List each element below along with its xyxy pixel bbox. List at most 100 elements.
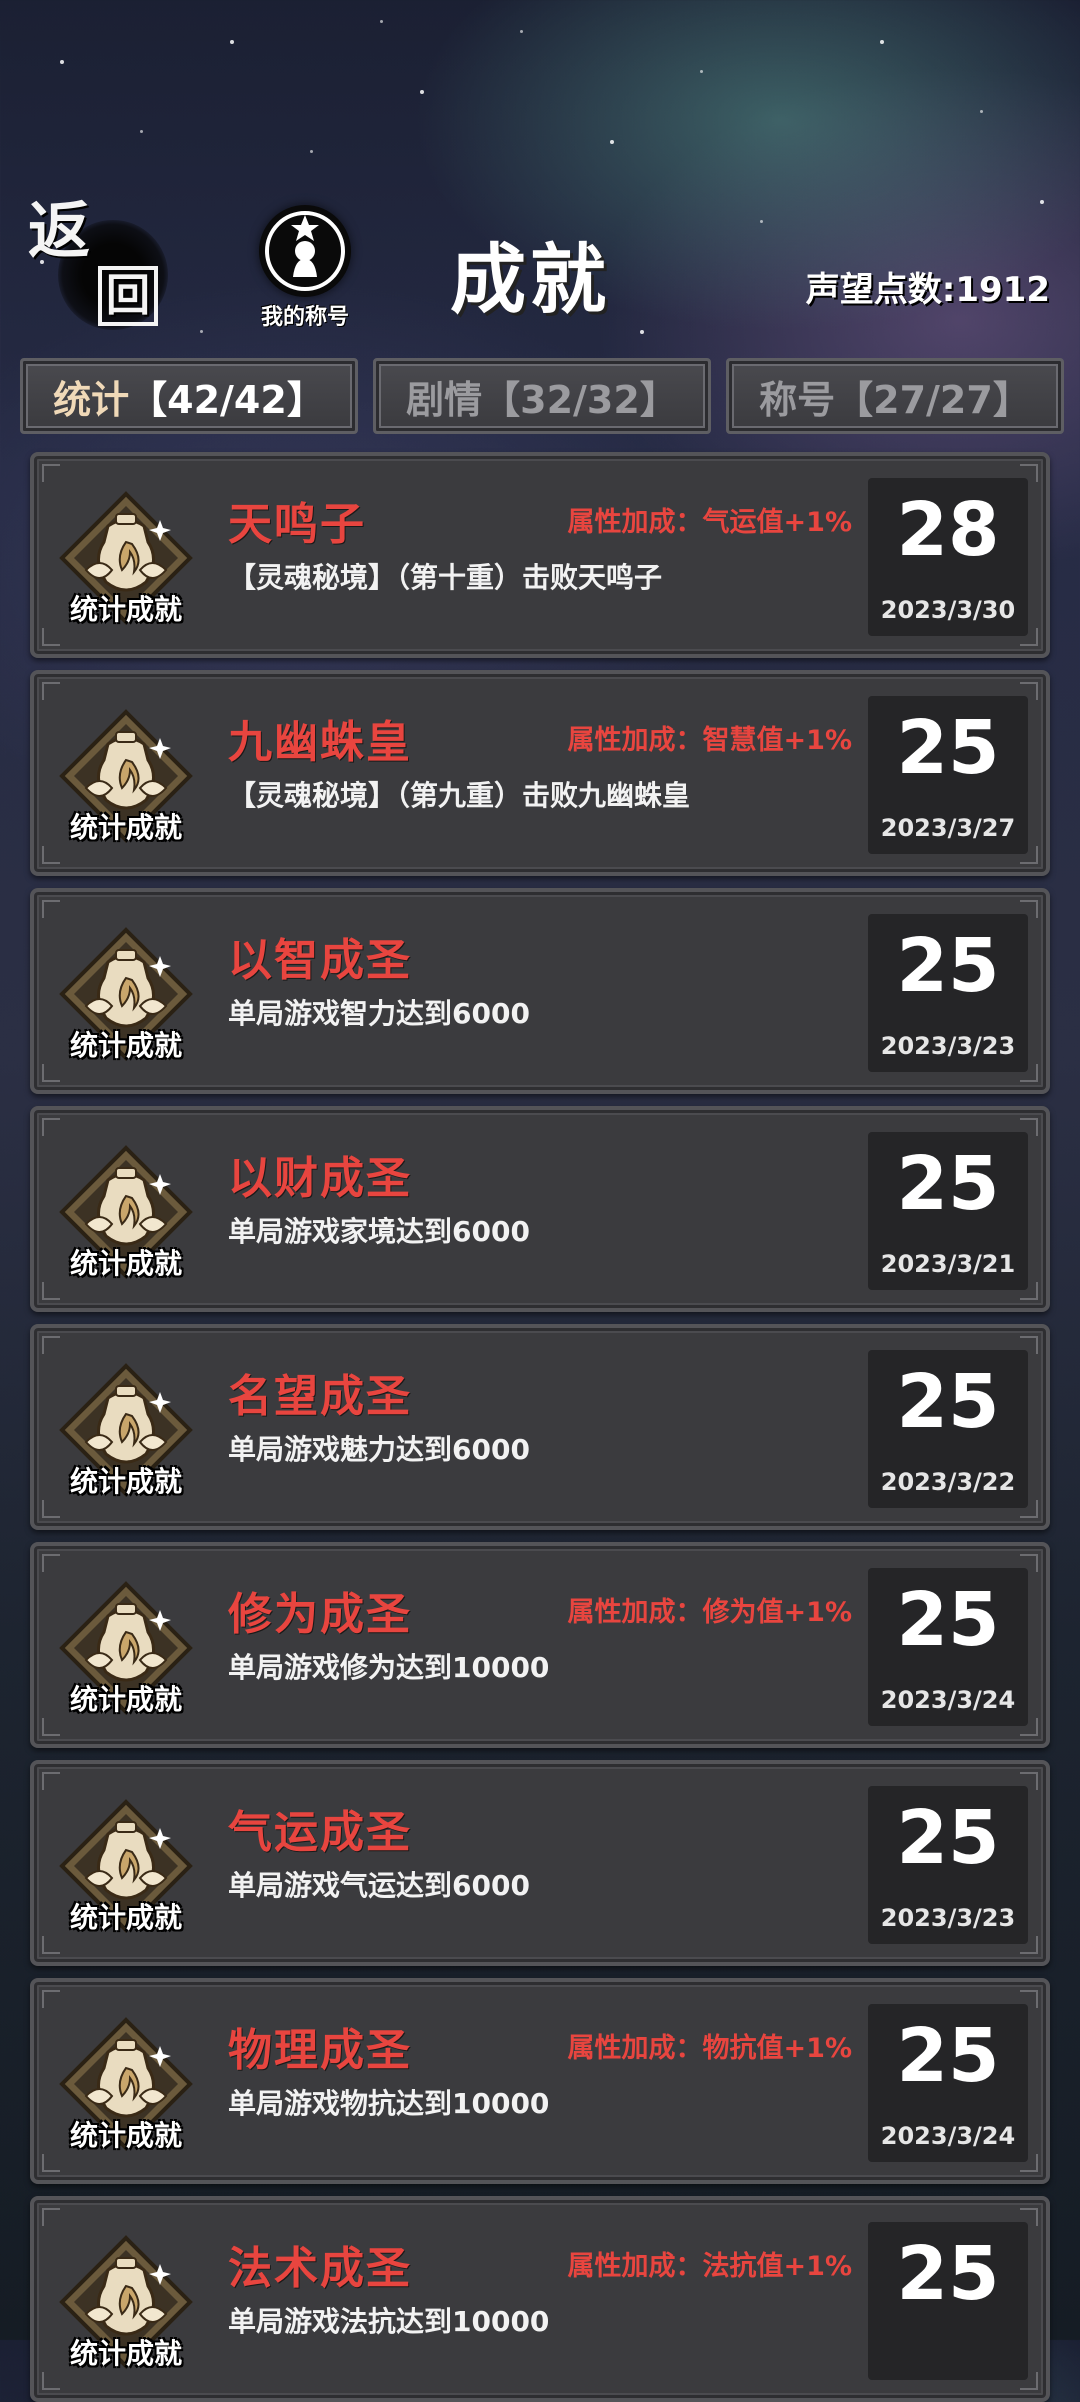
card-corner-ornament	[42, 2208, 60, 2226]
points-box: 25 2023/3/23	[868, 914, 1028, 1072]
card-corner-ornament	[42, 1118, 60, 1136]
achievement-description: 【灵魂秘境】（第十重）击败天鸣子	[228, 561, 663, 594]
achievement-date: 2023/3/21	[880, 1250, 1016, 1278]
achievement-name: 九幽蛛皇	[228, 717, 412, 768]
achievement-name: 名望成圣	[228, 1371, 412, 1422]
achievement-card[interactable]: 统计成就 气运成圣 单局游戏气运达到6000 25 2023/3/23	[30, 1760, 1050, 1966]
achievement-points: 25	[896, 1577, 1000, 1663]
achievement-card[interactable]: 统计成就 以财成圣 单局游戏家境达到6000 25 2023/3/21	[30, 1106, 1050, 1312]
points-box: 25 2023/3/27	[868, 696, 1028, 854]
tab-titles-count: 【27/27】	[835, 377, 1031, 422]
achievement-badge-label: 统计成就	[69, 1465, 182, 1498]
my-title-label: 我的称号	[260, 305, 349, 330]
achievement-emblem-icon: 统计成就	[56, 704, 196, 854]
page-title: 成就	[450, 235, 610, 324]
achievement-name: 以财成圣	[228, 1153, 412, 1204]
achievement-emblem-icon: 统计成就	[56, 922, 196, 1072]
achievement-badge-label: 统计成就	[69, 1901, 182, 1934]
achievement-card[interactable]: 统计成就 物理成圣 属性加成：物抗值+1% 单局游戏物抗达到10000 25 2…	[30, 1978, 1050, 2184]
tab-statistics[interactable]: 统计 【42/42】	[20, 358, 358, 434]
achievement-points: 25	[896, 1795, 1000, 1881]
achievement-description: 单局游戏法抗达到10000	[228, 2305, 550, 2338]
card-corner-ornament	[42, 1336, 60, 1354]
achievement-emblem-icon: 统计成就	[56, 486, 196, 636]
achievement-description: 单局游戏智力达到6000	[228, 997, 530, 1030]
achievement-name: 物理成圣	[228, 2025, 412, 2076]
achievement-emblem-icon: 统计成就	[56, 1358, 196, 1508]
back-label-char-1: 返	[28, 194, 91, 267]
achievement-date: 2023/3/23	[880, 1904, 1016, 1932]
card-corner-ornament	[42, 682, 60, 700]
achievement-name: 气运成圣	[228, 1807, 412, 1858]
achievement-name: 天鸣子	[228, 499, 366, 550]
achievement-emblem-icon: 统计成就	[56, 1140, 196, 1290]
achievement-card[interactable]: 统计成就 天鸣子 属性加成：气运值+1% 【灵魂秘境】（第十重）击败天鸣子 28…	[30, 452, 1050, 658]
achievement-description: 单局游戏修为达到10000	[228, 1651, 550, 1684]
achievement-badge-label: 统计成就	[69, 593, 182, 626]
achievement-date: 2023/3/27	[880, 814, 1016, 842]
achievement-bonus: 属性加成：法抗值+1%	[567, 2251, 852, 2282]
achievement-card[interactable]: 统计成就 以智成圣 单局游戏智力达到6000 25 2023/3/23	[30, 888, 1050, 1094]
achievement-points: 28	[896, 487, 1000, 573]
achievement-card[interactable]: 统计成就 法术成圣 属性加成：法抗值+1% 单局游戏法抗达到10000 25	[30, 2196, 1050, 2402]
achievement-name: 以智成圣	[228, 935, 412, 986]
tab-bar: 统计 【42/42】 剧情 【32/32】 称号 【27/27】	[20, 358, 1064, 434]
achievement-points: 25	[896, 705, 1000, 791]
achievement-description: 【灵魂秘境】（第九重）击败九幽蛛皇	[228, 779, 691, 812]
achievement-card[interactable]: 统计成就 修为成圣 属性加成：修为值+1% 单局游戏修为达到10000 25 2…	[30, 1542, 1050, 1748]
achievement-bonus: 属性加成：智慧值+1%	[567, 725, 852, 756]
achievement-badge-label: 统计成就	[69, 1683, 182, 1716]
card-corner-ornament	[42, 1772, 60, 1790]
tab-story-label: 剧情	[406, 377, 483, 422]
points-box: 28 2023/3/30	[868, 478, 1028, 636]
achievement-emblem-icon: 统计成就	[56, 1794, 196, 1944]
achievement-points: 25	[896, 1141, 1000, 1227]
tab-statistics-count: 【42/42】	[129, 377, 325, 422]
points-box: 25 2023/3/21	[868, 1132, 1028, 1290]
card-corner-ornament	[42, 900, 60, 918]
achievement-date: 2023/3/24	[880, 2122, 1016, 2150]
points-box: 25 2023/3/22	[868, 1350, 1028, 1508]
achievement-card[interactable]: 统计成就 九幽蛛皇 属性加成：智慧值+1% 【灵魂秘境】（第九重）击败九幽蛛皇 …	[30, 670, 1050, 876]
achievement-date: 2023/3/24	[880, 1686, 1016, 1714]
achievement-points: 25	[896, 2013, 1000, 2099]
tab-titles-label: 称号	[759, 377, 836, 422]
achievement-date: 2023/3/30	[880, 596, 1016, 624]
tab-titles[interactable]: 称号 【27/27】	[726, 358, 1064, 434]
achievement-points: 25	[896, 1359, 1000, 1445]
prestige-points: 声望点数:1912	[805, 270, 1050, 310]
achievement-description: 单局游戏气运达到6000	[228, 1869, 530, 1902]
achievement-badge-label: 统计成就	[69, 1247, 182, 1280]
achievement-points: 25	[896, 2231, 1000, 2317]
card-corner-ornament	[42, 1554, 60, 1572]
achievement-bonus: 属性加成：修为值+1%	[567, 1597, 852, 1628]
achievement-description: 单局游戏家境达到6000	[228, 1215, 530, 1248]
title-badge-icon	[259, 205, 351, 297]
card-corner-ornament	[42, 1990, 60, 2008]
achievement-description: 单局游戏物抗达到10000	[228, 2087, 550, 2120]
achievement-bonus: 属性加成：气运值+1%	[567, 507, 852, 538]
achievement-emblem-icon: 统计成就	[56, 2012, 196, 2162]
achievement-emblem-icon: 统计成就	[56, 2230, 196, 2380]
achievement-emblem-icon: 统计成就	[56, 1576, 196, 1726]
achievement-badge-label: 统计成就	[69, 2119, 182, 2152]
back-label-char-2: 回	[98, 266, 158, 326]
achievement-bonus: 属性加成：物抗值+1%	[567, 2033, 852, 2064]
points-box: 25 2023/3/24	[868, 2004, 1028, 2162]
achievement-date: 2023/3/23	[880, 1032, 1016, 1060]
my-title-button[interactable]: 我的称号	[240, 205, 370, 335]
achievement-badge-label: 统计成就	[69, 811, 182, 844]
tab-statistics-label: 统计	[53, 377, 130, 422]
back-button[interactable]: 返 回	[28, 200, 178, 340]
points-box: 25 2023/3/24	[868, 1568, 1028, 1726]
achievement-card[interactable]: 统计成就 名望成圣 单局游戏魅力达到6000 25 2023/3/22	[30, 1324, 1050, 1530]
tab-story[interactable]: 剧情 【32/32】	[373, 358, 711, 434]
achievement-name: 法术成圣	[228, 2243, 412, 2294]
achievement-description: 单局游戏魅力达到6000	[228, 1433, 530, 1466]
card-corner-ornament	[42, 464, 60, 482]
achievement-badge-label: 统计成就	[69, 1029, 182, 1062]
achievement-date: 2023/3/22	[880, 1468, 1016, 1496]
achievement-badge-label: 统计成就	[69, 2337, 182, 2370]
points-box: 25	[868, 2222, 1028, 2380]
points-box: 25 2023/3/23	[868, 1786, 1028, 1944]
